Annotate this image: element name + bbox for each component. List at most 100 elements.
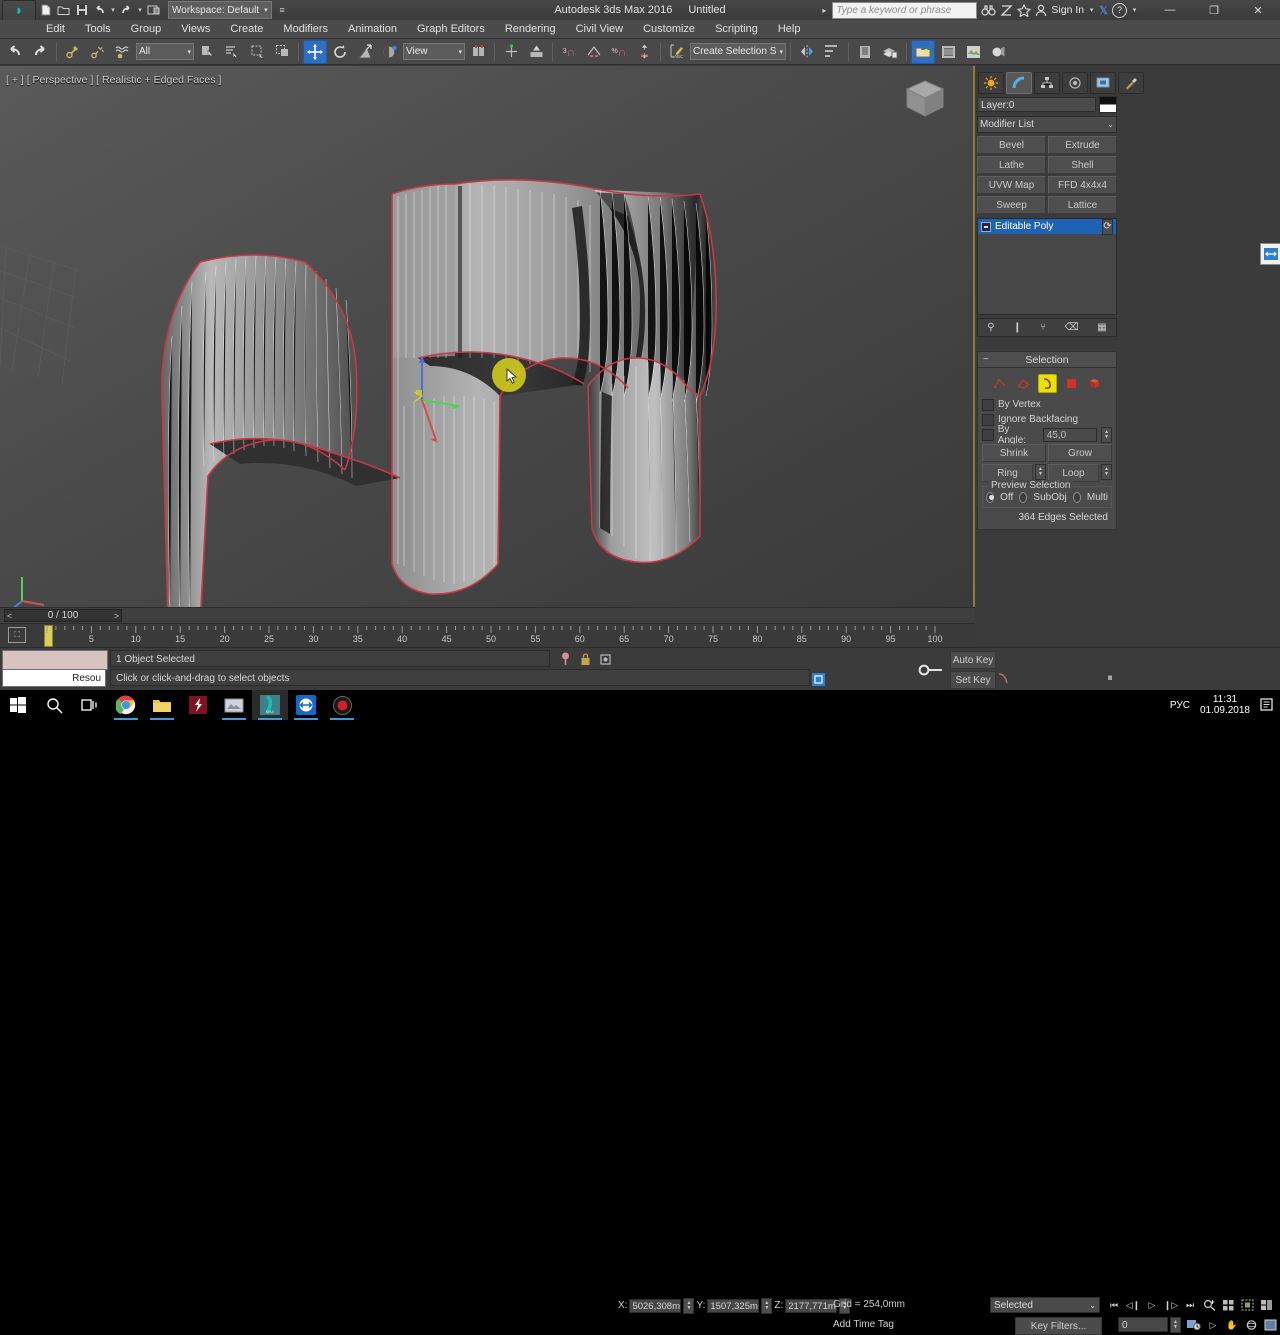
minimize-button[interactable]: — bbox=[1148, 0, 1192, 20]
selection-filter-combo[interactable]: All ▾ bbox=[136, 43, 194, 60]
x-spinner[interactable]: ▲ ▼ bbox=[683, 1297, 695, 1314]
search-input[interactable]: Type a keyword or phrase bbox=[832, 1, 978, 19]
pin-stack-icon[interactable]: ⚲ bbox=[987, 322, 994, 333]
border-subobject-icon[interactable] bbox=[1037, 374, 1057, 393]
menu-item-edit[interactable]: Edit bbox=[36, 20, 75, 39]
by-vertex-row[interactable]: By Vertex bbox=[982, 397, 1112, 412]
key-mode-combo[interactable]: Selected ⌄ bbox=[990, 1297, 1100, 1313]
selection-lock-pin-icon[interactable] bbox=[558, 652, 572, 666]
add-time-tag-icon[interactable] bbox=[810, 672, 826, 686]
by-angle-checkbox[interactable] bbox=[982, 428, 994, 441]
ring-spinner[interactable]: ▲ ▼ bbox=[1035, 464, 1046, 480]
play-animation-button[interactable]: ▷ bbox=[1144, 1297, 1160, 1313]
previous-frame-button[interactable]: ◁❙ bbox=[1125, 1297, 1141, 1313]
utilities-tab[interactable] bbox=[1118, 72, 1144, 94]
prev-frame-arrow[interactable]: < bbox=[7, 611, 12, 621]
menu-item-views[interactable]: Views bbox=[171, 20, 220, 39]
autodesk-exchange-icon[interactable]: 𝕏 bbox=[1099, 4, 1108, 17]
window-crossing-toggle-button[interactable] bbox=[270, 40, 294, 64]
polygon-subobject-icon[interactable] bbox=[1062, 374, 1081, 393]
menu-item-scripting[interactable]: Scripting bbox=[705, 20, 768, 39]
timeline-ruler[interactable]: ⛶ 5 10 15 20 25 30 35 40 45 50 55 60 65 70 75 80 85 90 95 1… bbox=[0, 623, 975, 648]
key-toggle-icon[interactable] bbox=[918, 662, 944, 678]
add-time-tag-label[interactable]: Add Time Tag bbox=[833, 1319, 894, 1330]
undo-icon[interactable] bbox=[92, 3, 107, 18]
remove-modifier-icon[interactable]: ⌫ bbox=[1065, 322, 1079, 333]
menu-item-animation[interactable]: Animation bbox=[338, 20, 407, 39]
by-vertex-checkbox[interactable] bbox=[982, 398, 994, 411]
sign-in-button[interactable]: Sign In bbox=[1051, 4, 1084, 16]
show-end-result-icon[interactable]: ❙ bbox=[1013, 322, 1021, 333]
help-icon[interactable]: ? bbox=[1112, 2, 1127, 18]
render-production-button[interactable] bbox=[986, 40, 1010, 64]
signin-dropdown-icon[interactable]: ▾ bbox=[1088, 3, 1095, 18]
select-and-manipulate-button[interactable] bbox=[499, 40, 523, 64]
maximize-viewport-toggle-icon[interactable] bbox=[1262, 1317, 1278, 1333]
media-icon[interactable] bbox=[216, 690, 252, 720]
layer-explorer-button[interactable] bbox=[853, 40, 877, 64]
spinner-snap-toggle-button[interactable] bbox=[632, 40, 656, 64]
time-configuration-icon[interactable] bbox=[1186, 1317, 1202, 1333]
modifier-list-combo[interactable]: Modifier List ⌄ bbox=[977, 116, 1117, 133]
create-tab[interactable] bbox=[978, 72, 1004, 94]
search-expand-icon[interactable]: ▸ bbox=[820, 3, 828, 18]
absolute-relative-coord-toggle[interactable] bbox=[598, 652, 613, 666]
workspace-selector[interactable]: Workspace: Default ▾ bbox=[168, 1, 272, 19]
binoculars-icon[interactable] bbox=[981, 4, 997, 17]
menu-item-civil-view[interactable]: Civil View bbox=[566, 20, 633, 39]
help-dropdown-icon[interactable]: ▾ bbox=[1131, 3, 1138, 18]
percent-snap-toggle-button[interactable]: % ∩ bbox=[607, 40, 631, 64]
by-angle-field[interactable]: 45,0 bbox=[1042, 427, 1098, 442]
exchange-app-icon[interactable] bbox=[1000, 4, 1013, 17]
teamviewer-icon[interactable] bbox=[288, 690, 324, 720]
flash-icon[interactable] bbox=[180, 690, 216, 720]
menu-item-rendering[interactable]: Rendering bbox=[495, 20, 566, 39]
menu-item-help[interactable]: Help bbox=[768, 20, 811, 39]
motion-tab[interactable] bbox=[1062, 72, 1088, 94]
rectangular-selection-region-button[interactable] bbox=[245, 40, 269, 64]
panel-scroll-handle[interactable] bbox=[1260, 243, 1280, 265]
vertex-subobject-icon[interactable] bbox=[990, 374, 1009, 393]
task-view-icon[interactable] bbox=[72, 690, 108, 720]
zoom-region-icon[interactable] bbox=[1239, 1297, 1255, 1313]
named-selection-sets-combo[interactable]: Create Selection Se ▾ bbox=[690, 43, 786, 60]
select-and-move-button[interactable] bbox=[303, 39, 327, 64]
menu-item-modifiers[interactable]: Modifiers bbox=[273, 20, 338, 39]
restore-button[interactable]: ❐ bbox=[1192, 0, 1236, 20]
layer-field[interactable]: Layer:0 bbox=[977, 97, 1096, 112]
zoom-extents-icon[interactable] bbox=[1220, 1297, 1236, 1313]
perspective-viewport[interactable]: [ + ] [ Perspective ] [ Realistic + Edge… bbox=[0, 66, 975, 613]
open-file-icon[interactable] bbox=[56, 3, 71, 18]
go-to-end-button[interactable]: ⏭ bbox=[1182, 1297, 1198, 1313]
clock[interactable]: 11:31 01.09.2018 bbox=[1200, 694, 1250, 716]
current-frame-spinner[interactable]: ▲ ▼ bbox=[1170, 1317, 1181, 1333]
grow-button[interactable]: Grow bbox=[1048, 444, 1112, 462]
3dsmax-taskbar-icon[interactable]: MAX bbox=[252, 690, 288, 720]
recorder-icon[interactable] bbox=[324, 690, 360, 720]
zoom-icon[interactable]: ▷ bbox=[1205, 1317, 1221, 1333]
select-and-link-button[interactable] bbox=[61, 40, 85, 64]
edge-subobject-icon[interactable] bbox=[1014, 374, 1033, 393]
menu-item-tools[interactable]: Tools bbox=[75, 20, 121, 39]
selection-lock-icon[interactable] bbox=[578, 652, 592, 666]
modifier-stack[interactable]: Editable Poly ⟳ bbox=[977, 218, 1117, 315]
set-key-filter-curve-icon[interactable] bbox=[997, 671, 1013, 686]
user-account-icon[interactable] bbox=[1035, 4, 1047, 17]
preview-subobj-radio[interactable] bbox=[1019, 491, 1028, 503]
object-color-swatch[interactable] bbox=[1099, 96, 1117, 113]
x-coordinate-field[interactable]: 5026,308m bbox=[629, 1298, 682, 1313]
angle-snap-toggle-button[interactable] bbox=[582, 40, 606, 64]
preview-off-radio[interactable] bbox=[986, 491, 995, 503]
zoom-extents-all-icon[interactable] bbox=[1201, 1297, 1217, 1313]
by-angle-spinner[interactable]: ▲ ▼ bbox=[1101, 426, 1112, 443]
reference-coordinate-combo[interactable]: View ▾ bbox=[403, 43, 465, 60]
unlink-selection-button[interactable] bbox=[86, 40, 110, 64]
z-coordinate-field[interactable]: 2177,771m bbox=[785, 1298, 838, 1313]
modifier-ffd-button[interactable]: FFD 4x4x4 bbox=[1048, 176, 1117, 194]
maxscript-mini-listener-output[interactable] bbox=[2, 650, 108, 670]
modifier-shell-button[interactable]: Shell bbox=[1048, 156, 1117, 174]
display-tab[interactable] bbox=[1090, 72, 1116, 94]
modifier-bevel-button[interactable]: Bevel bbox=[977, 136, 1046, 154]
snaps-toggle-button[interactable] bbox=[524, 40, 548, 64]
view-cube[interactable] bbox=[903, 78, 947, 120]
